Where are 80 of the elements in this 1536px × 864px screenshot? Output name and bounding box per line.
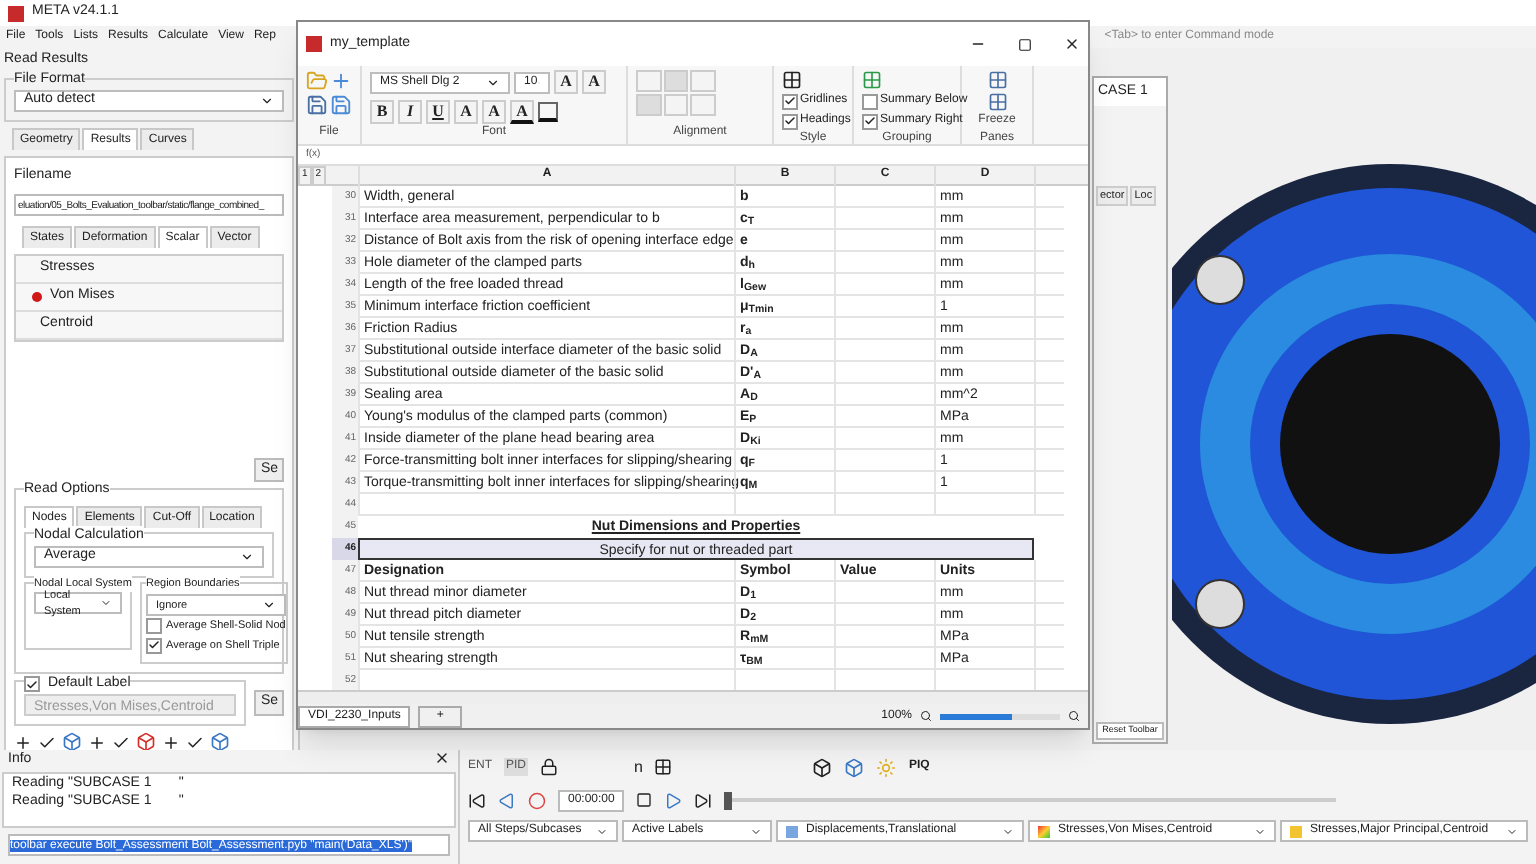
save-as-icon[interactable] — [330, 94, 352, 116]
table-cell — [834, 340, 934, 362]
new-icon[interactable] — [330, 70, 352, 92]
table-cell — [834, 626, 934, 648]
zoom-slider[interactable] — [940, 713, 1060, 719]
caret-icon — [1506, 825, 1518, 837]
empty-cell — [834, 494, 934, 516]
table-cell — [834, 230, 934, 252]
grid-icon[interactable] — [654, 758, 673, 776]
record-icon[interactable] — [528, 791, 546, 809]
check-icon[interactable] — [112, 733, 130, 752]
check-icon[interactable] — [38, 733, 56, 752]
checkbox[interactable] — [782, 113, 798, 129]
table-cell — [834, 208, 934, 230]
style-button[interactable]: B — [370, 100, 394, 124]
play-icon[interactable] — [664, 791, 683, 809]
zoom-out-icon[interactable] — [920, 710, 932, 722]
table-cell — [834, 648, 934, 670]
caret-icon — [260, 94, 274, 108]
font-size-button[interactable]: A — [554, 70, 578, 94]
font-size-button[interactable]: A — [582, 70, 606, 94]
add-icon[interactable] — [88, 733, 106, 752]
first-frame-icon[interactable] — [468, 791, 486, 809]
caret-icon — [261, 598, 276, 613]
vector-icon — [1290, 825, 1302, 837]
add-icon[interactable] — [14, 733, 32, 752]
add-icon[interactable] — [162, 733, 180, 752]
group-icon[interactable] — [862, 70, 882, 90]
freeze-icon[interactable] — [987, 92, 1007, 112]
table-cell — [834, 428, 934, 450]
displacement-icon — [786, 825, 798, 837]
lock-icon[interactable] — [540, 758, 559, 776]
checkbox[interactable] — [862, 113, 878, 129]
checkbox[interactable] — [782, 93, 798, 109]
save-icon[interactable] — [306, 94, 328, 116]
script-button[interactable]: A — [454, 100, 478, 124]
last-frame-icon[interactable] — [694, 791, 713, 809]
maximize-icon[interactable] — [1018, 37, 1032, 51]
checkbox[interactable] — [146, 637, 162, 654]
close-icon[interactable] — [434, 750, 450, 766]
close-icon[interactable] — [1064, 36, 1080, 52]
contour-icon — [1038, 825, 1050, 837]
caret-icon — [240, 550, 254, 564]
stop-icon[interactable] — [636, 792, 653, 808]
style-button[interactable]: I — [398, 100, 422, 124]
check-icon[interactable] — [186, 733, 204, 752]
table-cell — [834, 384, 934, 406]
caret-icon — [596, 825, 608, 837]
caret-icon — [100, 596, 112, 611]
table-cell — [834, 186, 934, 208]
filter-toggle[interactable]: n — [634, 755, 643, 779]
checkbox[interactable] — [24, 676, 40, 692]
freeze-icon[interactable] — [987, 70, 1007, 90]
table-cell — [834, 362, 934, 384]
checkbox[interactable] — [862, 93, 878, 109]
table-cell — [834, 252, 934, 274]
play-backward-icon[interactable] — [498, 791, 516, 809]
app-icon — [8, 5, 24, 21]
font-color-button[interactable]: A — [510, 100, 534, 124]
table-cell — [834, 582, 934, 604]
table-cell — [834, 406, 934, 428]
table-cell — [834, 604, 934, 626]
caret-icon — [1002, 825, 1014, 837]
fill-color-icon[interactable] — [538, 102, 558, 122]
table-cell — [834, 296, 934, 318]
table-cell — [834, 318, 934, 340]
horizontal-scrollbar[interactable] — [298, 690, 1088, 704]
borders-icon[interactable] — [782, 70, 802, 90]
checkbox[interactable] — [146, 618, 162, 635]
app-icon — [306, 36, 322, 52]
zoom-in-icon[interactable] — [1068, 710, 1080, 722]
script-button[interactable]: A — [482, 100, 506, 124]
table-cell — [834, 450, 934, 472]
style-button[interactable]: U — [426, 100, 450, 124]
timeline-slider[interactable] — [724, 791, 1336, 809]
table-cell — [834, 274, 934, 296]
caret-icon — [486, 75, 500, 89]
caret-icon — [750, 825, 762, 837]
caret-icon — [1254, 825, 1266, 837]
cube-icon[interactable] — [812, 757, 833, 777]
